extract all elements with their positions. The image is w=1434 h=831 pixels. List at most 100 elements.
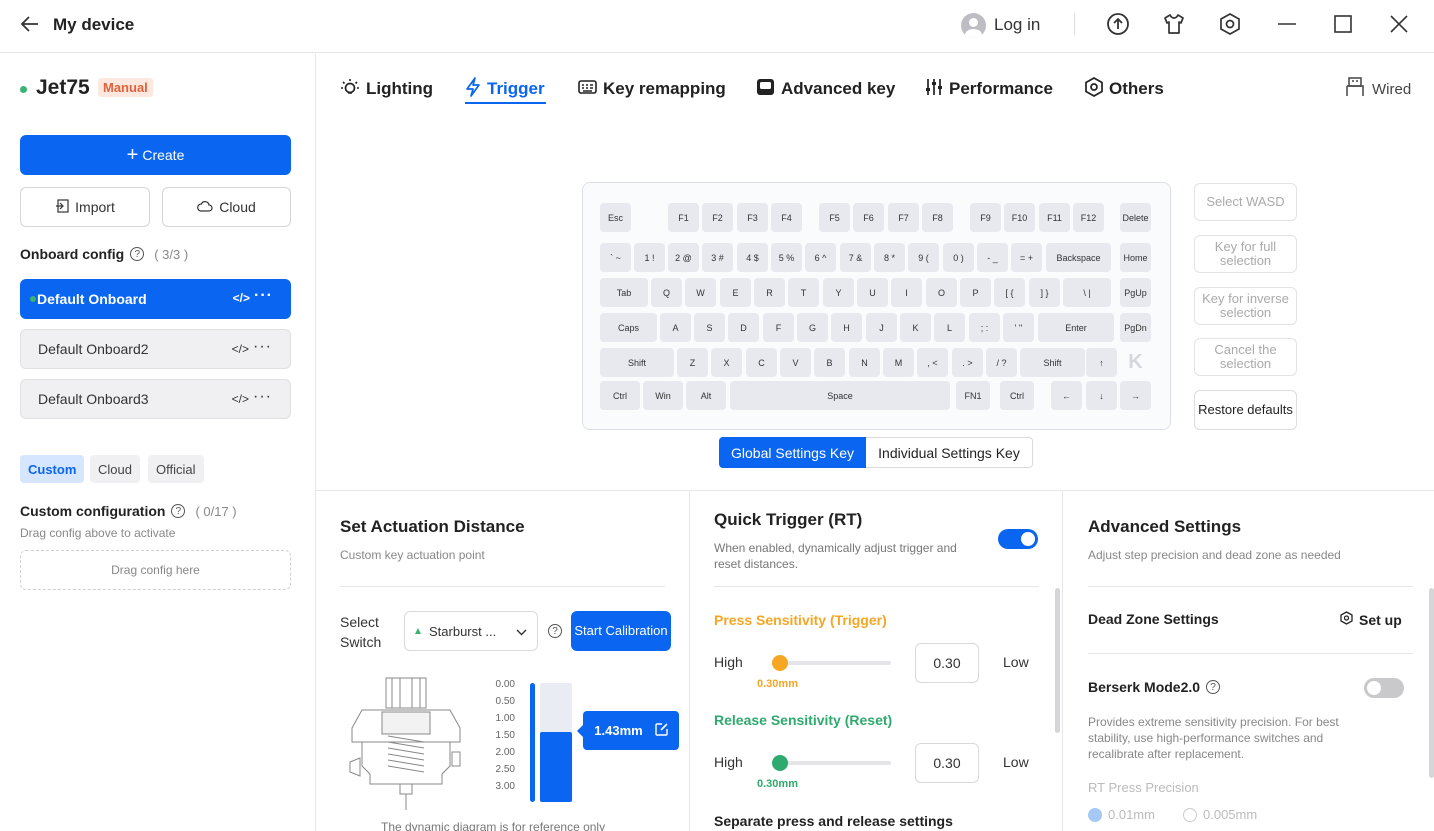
- key[interactable]: K: [900, 313, 931, 342]
- key[interactable]: Space: [730, 381, 950, 410]
- inverse-selection-button[interactable]: Key for inverse selection: [1194, 287, 1297, 325]
- create-button[interactable]: + Create: [20, 135, 291, 175]
- more-icon[interactable]: ···: [253, 388, 272, 406]
- filter-tab-custom[interactable]: Custom: [20, 455, 85, 483]
- key[interactable]: Alt: [686, 381, 726, 410]
- key[interactable]: Ctrl: [1000, 381, 1034, 410]
- key[interactable]: Esc: [600, 203, 631, 232]
- key[interactable]: Enter: [1038, 313, 1114, 342]
- scrollbar[interactable]: [1429, 588, 1434, 778]
- key[interactable]: ↓: [1086, 381, 1117, 410]
- cancel-selection-button[interactable]: Cancel the selection: [1194, 338, 1297, 376]
- key[interactable]: P: [960, 278, 991, 307]
- key[interactable]: F10: [1004, 203, 1035, 232]
- key[interactable]: ' ": [1003, 313, 1034, 342]
- key[interactable]: 8 *: [874, 243, 905, 272]
- key[interactable]: X: [711, 348, 742, 377]
- key[interactable]: Tab: [600, 278, 648, 307]
- tab-others[interactable]: Others: [1085, 76, 1164, 101]
- key[interactable]: E: [720, 278, 751, 307]
- release-slider-track[interactable]: [780, 761, 891, 765]
- press-value-input[interactable]: 0.30: [915, 643, 979, 683]
- key[interactable]: S: [694, 313, 725, 342]
- start-calibration-button[interactable]: Start Calibration: [571, 611, 671, 651]
- key[interactable]: ` ~: [600, 243, 631, 272]
- key[interactable]: 9 (: [908, 243, 939, 272]
- key[interactable]: Ctrl: [600, 381, 640, 410]
- key[interactable]: F: [763, 313, 794, 342]
- key[interactable]: F6: [853, 203, 884, 232]
- full-selection-button[interactable]: Key for full selection: [1194, 235, 1297, 273]
- key[interactable]: M: [883, 348, 914, 377]
- help-icon[interactable]: ?: [130, 247, 145, 261]
- setup-button[interactable]: Set up: [1340, 611, 1402, 628]
- onboard-item[interactable]: Default Onboard </> ···: [20, 279, 291, 319]
- key[interactable]: C: [746, 348, 777, 377]
- tab-advanced-key[interactable]: Advanced key: [756, 77, 895, 101]
- key[interactable]: ↑: [1086, 348, 1117, 377]
- tab-lighting[interactable]: Lighting: [340, 77, 433, 101]
- key[interactable]: ; :: [969, 313, 1000, 342]
- login-button[interactable]: Log in: [961, 12, 1040, 38]
- key[interactable]: Caps: [600, 313, 657, 342]
- tab-key-remapping[interactable]: Key remapping: [578, 77, 726, 101]
- key[interactable]: PgUp: [1120, 278, 1151, 307]
- key[interactable]: L: [934, 313, 965, 342]
- key[interactable]: = +: [1011, 243, 1042, 272]
- restore-defaults-button[interactable]: Restore defaults: [1194, 390, 1297, 430]
- key[interactable]: F12: [1073, 203, 1104, 232]
- code-icon[interactable]: </>: [233, 291, 250, 305]
- more-icon[interactable]: ···: [253, 338, 272, 356]
- filter-tab-cloud[interactable]: Cloud: [90, 455, 140, 483]
- key[interactable]: A: [660, 313, 691, 342]
- edit-icon[interactable]: [655, 722, 668, 739]
- key[interactable]: Home: [1120, 243, 1151, 272]
- code-icon[interactable]: </>: [232, 392, 249, 406]
- key[interactable]: Delete: [1120, 203, 1151, 232]
- minimize-icon[interactable]: [1274, 11, 1300, 37]
- press-slider-knob[interactable]: [772, 655, 788, 671]
- key[interactable]: D: [728, 313, 759, 342]
- key[interactable]: PgDn: [1120, 313, 1151, 342]
- scrollbar[interactable]: [1055, 588, 1060, 733]
- key[interactable]: 0 ): [943, 243, 974, 272]
- key[interactable]: 5 %: [771, 243, 802, 272]
- press-slider-track[interactable]: [780, 661, 891, 665]
- key[interactable]: - _: [977, 243, 1008, 272]
- key[interactable]: Backspace: [1046, 243, 1111, 272]
- key[interactable]: Z: [677, 348, 708, 377]
- key[interactable]: [ {: [994, 278, 1025, 307]
- release-value-input[interactable]: 0.30: [915, 743, 979, 783]
- switch-select[interactable]: Starburst ...: [404, 611, 538, 651]
- key[interactable]: →: [1120, 381, 1151, 410]
- key[interactable]: F2: [702, 203, 733, 232]
- berserk-toggle[interactable]: [1364, 678, 1404, 698]
- key[interactable]: \ |: [1063, 278, 1111, 307]
- key[interactable]: F11: [1039, 203, 1070, 232]
- global-settings-key-button[interactable]: Global Settings Key: [719, 437, 866, 468]
- key[interactable]: . >: [952, 348, 983, 377]
- key[interactable]: F8: [922, 203, 953, 232]
- key[interactable]: F1: [668, 203, 699, 232]
- settings-hex-icon[interactable]: [1217, 11, 1243, 37]
- key[interactable]: T: [788, 278, 819, 307]
- back-arrow-icon[interactable]: [20, 14, 40, 40]
- key[interactable]: Q: [651, 278, 682, 307]
- key[interactable]: B: [814, 348, 845, 377]
- onboard-item[interactable]: Default Onboard2 </> ···: [20, 329, 291, 369]
- key[interactable]: 3 #: [702, 243, 733, 272]
- key[interactable]: J: [866, 313, 897, 342]
- key[interactable]: N: [849, 348, 880, 377]
- key[interactable]: Y: [823, 278, 854, 307]
- onboard-item[interactable]: Default Onboard3 </> ···: [20, 379, 291, 419]
- key[interactable]: F7: [888, 203, 919, 232]
- key[interactable]: 4 $: [737, 243, 768, 272]
- key[interactable]: U: [857, 278, 888, 307]
- tab-performance[interactable]: Performance: [925, 77, 1053, 101]
- key[interactable]: 6 ^: [805, 243, 836, 272]
- key[interactable]: H: [831, 313, 862, 342]
- tab-trigger[interactable]: Trigger: [465, 76, 545, 101]
- key[interactable]: / ?: [986, 348, 1017, 377]
- key[interactable]: F5: [819, 203, 850, 232]
- key[interactable]: W: [685, 278, 716, 307]
